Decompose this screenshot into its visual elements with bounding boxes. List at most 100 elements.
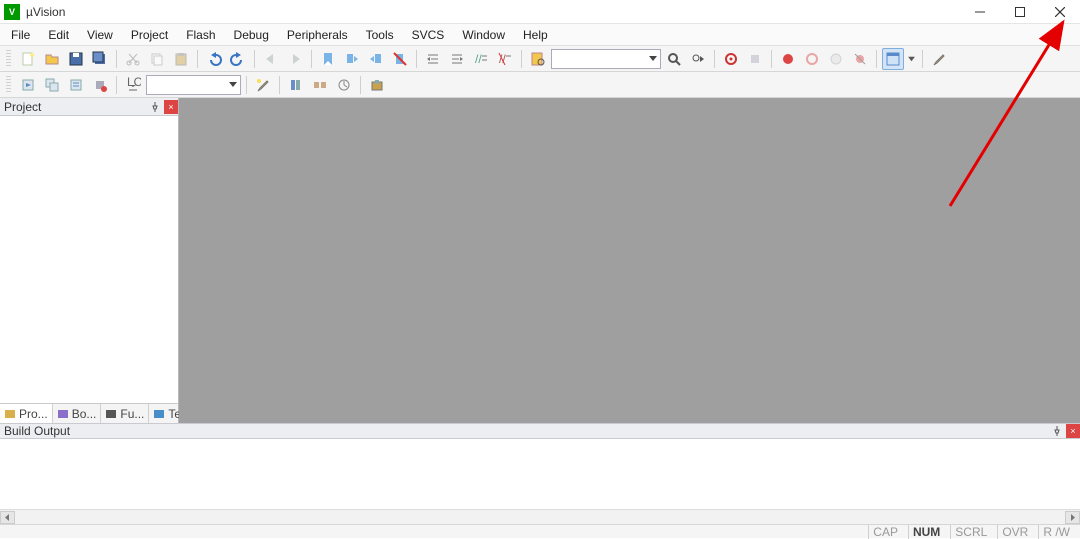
svg-text:LOAD: LOAD bbox=[127, 77, 141, 89]
build-output[interactable] bbox=[0, 439, 1080, 509]
cut-button[interactable] bbox=[122, 48, 144, 70]
project-tree[interactable] bbox=[0, 116, 178, 403]
status-ovr: OVR bbox=[997, 525, 1032, 539]
new-file-button[interactable] bbox=[17, 48, 39, 70]
configure-button[interactable] bbox=[928, 48, 950, 70]
save-file-button[interactable] bbox=[65, 48, 87, 70]
nav-back-button[interactable] bbox=[260, 48, 282, 70]
download-button[interactable]: LOAD bbox=[122, 74, 144, 96]
target-options-button[interactable] bbox=[252, 74, 274, 96]
uncomment-button[interactable]: // bbox=[494, 48, 516, 70]
toolbar-separator bbox=[311, 50, 312, 68]
breakpoint-insert-button[interactable] bbox=[777, 48, 799, 70]
mdi-client-area bbox=[179, 98, 1080, 423]
menu-view[interactable]: View bbox=[78, 24, 122, 45]
menu-file[interactable]: File bbox=[2, 24, 39, 45]
horizontal-scrollbar[interactable] bbox=[0, 509, 1080, 524]
toolbar-separator bbox=[521, 50, 522, 68]
breakpoint-disable-button[interactable] bbox=[825, 48, 847, 70]
menu-help[interactable]: Help bbox=[514, 24, 557, 45]
svg-text://: // bbox=[475, 52, 482, 66]
manage-books-button[interactable] bbox=[285, 74, 307, 96]
panel-tab-books-icon[interactable]: Bo... bbox=[53, 404, 102, 423]
panel-tab-project-icon[interactable]: Pro... bbox=[0, 404, 53, 423]
manage-components-button[interactable] bbox=[309, 74, 331, 96]
stop-button[interactable] bbox=[744, 48, 766, 70]
find-in-files-button[interactable] bbox=[527, 48, 549, 70]
nav-fwd-button[interactable] bbox=[284, 48, 306, 70]
app-icon: V bbox=[4, 4, 20, 20]
pack-installer-button[interactable] bbox=[366, 74, 388, 96]
close-panel-icon[interactable]: × bbox=[164, 100, 178, 114]
menu-edit[interactable]: Edit bbox=[39, 24, 78, 45]
toolbar-separator bbox=[279, 76, 280, 94]
breakpoint-kill-button[interactable] bbox=[849, 48, 871, 70]
toolbar-grip[interactable] bbox=[6, 50, 11, 68]
undo-button[interactable] bbox=[203, 48, 225, 70]
status-rw: R /W bbox=[1038, 525, 1074, 539]
scroll-track[interactable] bbox=[15, 511, 1065, 524]
menu-window[interactable]: Window bbox=[453, 24, 514, 45]
breakpoint-remove-button[interactable] bbox=[801, 48, 823, 70]
toolbar-grip[interactable] bbox=[6, 76, 11, 94]
toolbar-separator bbox=[246, 76, 247, 94]
menu-project[interactable]: Project bbox=[122, 24, 177, 45]
find-next-button[interactable] bbox=[687, 48, 709, 70]
toolbar-build: LOAD bbox=[0, 72, 1080, 98]
menu-peripherals[interactable]: Peripherals bbox=[278, 24, 357, 45]
find-button[interactable] bbox=[663, 48, 685, 70]
open-file-button[interactable] bbox=[41, 48, 63, 70]
redo-button[interactable] bbox=[227, 48, 249, 70]
close-panel-icon[interactable]: × bbox=[1066, 424, 1080, 438]
copy-button[interactable] bbox=[146, 48, 168, 70]
toolbar-separator bbox=[922, 50, 923, 68]
build-all-button[interactable] bbox=[41, 74, 63, 96]
indent-right-button[interactable] bbox=[446, 48, 468, 70]
menu-debug[interactable]: Debug bbox=[225, 24, 278, 45]
build-batch-button[interactable] bbox=[65, 74, 87, 96]
toolbar-separator bbox=[714, 50, 715, 68]
project-panel-title: Project bbox=[4, 100, 41, 114]
pin-icon[interactable] bbox=[1050, 424, 1064, 438]
bookmark-prev-button[interactable] bbox=[341, 48, 363, 70]
toolbar-main: // // bbox=[0, 46, 1080, 72]
target-combo[interactable] bbox=[146, 75, 241, 95]
statusbar: CAPNUMSCRLOVRR /W bbox=[0, 524, 1080, 538]
toolbar-separator bbox=[771, 50, 772, 68]
toolbar-separator bbox=[197, 50, 198, 68]
scroll-left-button[interactable] bbox=[0, 511, 15, 524]
window-mode-dropdown[interactable] bbox=[906, 48, 917, 70]
menu-flash[interactable]: Flash bbox=[177, 24, 224, 45]
status-num: NUM bbox=[908, 525, 944, 539]
menu-tools[interactable]: Tools bbox=[357, 24, 403, 45]
status-scrl: SCRL bbox=[950, 525, 991, 539]
build-target-button[interactable] bbox=[17, 74, 39, 96]
build-output-title: Build Output bbox=[4, 424, 70, 438]
close-button[interactable] bbox=[1040, 0, 1080, 24]
bookmark-next-button[interactable] bbox=[365, 48, 387, 70]
bookmark-clear-button[interactable] bbox=[389, 48, 411, 70]
window-mode-button[interactable] bbox=[882, 48, 904, 70]
toolbar-separator bbox=[116, 50, 117, 68]
bookmark-toggle-button[interactable] bbox=[317, 48, 339, 70]
minimize-button[interactable] bbox=[960, 0, 1000, 24]
debug-button[interactable] bbox=[720, 48, 742, 70]
find-combo[interactable] bbox=[551, 49, 661, 69]
paste-button[interactable] bbox=[170, 48, 192, 70]
toolbar-separator bbox=[254, 50, 255, 68]
save-all-button[interactable] bbox=[89, 48, 111, 70]
project-panel: Project × Pro...Bo...Fu...Te... bbox=[0, 98, 179, 423]
manage-rtos-button[interactable] bbox=[333, 74, 355, 96]
stop-build-button[interactable] bbox=[89, 74, 111, 96]
toolbar-separator bbox=[360, 76, 361, 94]
indent-left-button[interactable] bbox=[422, 48, 444, 70]
pin-icon[interactable] bbox=[148, 100, 162, 114]
toolbar-separator bbox=[416, 50, 417, 68]
scroll-right-button[interactable] bbox=[1065, 511, 1080, 524]
window-title: µVision bbox=[26, 5, 960, 19]
toolbar-separator bbox=[116, 76, 117, 94]
panel-tab-functions-icon[interactable]: Fu... bbox=[101, 404, 149, 423]
maximize-button[interactable] bbox=[1000, 0, 1040, 24]
comment-button[interactable]: // bbox=[470, 48, 492, 70]
menu-svcs[interactable]: SVCS bbox=[403, 24, 454, 45]
